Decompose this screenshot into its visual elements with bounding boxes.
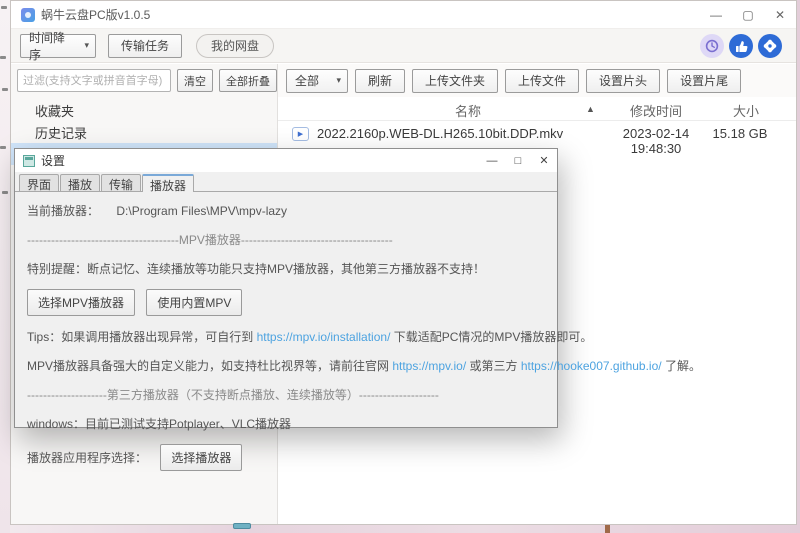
desktop-wallpaper-detail	[605, 525, 610, 533]
choose-mpv-button[interactable]: 选择MPV播放器	[27, 289, 136, 316]
column-header-size[interactable]: 大小	[726, 101, 766, 120]
desktop-icon-fragment	[2, 88, 8, 91]
settings-tabs: 界面 播放 传输 播放器	[15, 172, 557, 193]
sort-order-dropdown[interactable]: 时间降序 ▾	[20, 31, 96, 62]
history-clock-icon[interactable]	[700, 34, 724, 58]
mpv-info-middle: 或第三方	[466, 359, 521, 373]
chevron-down-icon: ▾	[84, 40, 89, 50]
clear-filter-button[interactable]: 清空	[177, 69, 213, 92]
upload-folder-button[interactable]: 上传文件夹	[412, 68, 499, 93]
mpv-buttons-row: 选择MPV播放器 使用内置MPV	[27, 289, 545, 316]
sidebar-item-label: 收藏夹	[35, 103, 75, 119]
dialog-title: 设置	[41, 154, 66, 168]
tips-text-suffix: 下载适配PC情况的MPV播放器即可。	[390, 330, 593, 344]
dialog-titlebar: 设置 — □ ✕	[15, 149, 557, 172]
settings-dialog: 设置 — □ ✕ 界面 播放 传输 播放器 当前播放器： D:\Program …	[14, 148, 701, 471]
current-player-label: 当前播放器：	[27, 204, 100, 218]
mpv-official-link[interactable]: https://mpv.io/	[392, 359, 466, 373]
mpv-info-text: MPV播放器具备强大的自定义能力，如支持杜比视界等，请前往官网	[27, 359, 393, 373]
windows-support-text: windows：目前已测试支持Potplayer、VLC播放器	[27, 417, 292, 431]
player-settings-panel: 当前播放器： D:\Program Files\MPV\mpv-lazy ---…	[15, 192, 701, 471]
mpv-notice-text: 特别提醒：断点记忆、连续播放等功能只支持MPV播放器，其他第三方播放器不支持！	[27, 262, 486, 276]
minimize-button[interactable]: —	[700, 1, 732, 29]
sidebar-item-history[interactable]: 历史记录	[11, 121, 277, 143]
column-header-name[interactable]: 名称	[438, 101, 498, 120]
current-player-row: 当前播放器： D:\Program Files\MPV\mpv-lazy	[27, 202, 545, 219]
filter-row: 清空 全部折叠	[11, 64, 277, 97]
desktop-icon-fragment	[0, 146, 6, 149]
tab-playback[interactable]: 播放	[60, 174, 101, 192]
sort-ascending-icon[interactable]: ▲	[586, 104, 595, 114]
dialog-close-button[interactable]: ✕	[531, 149, 557, 172]
choose-player-button[interactable]: 选择播放器	[160, 444, 243, 471]
player-select-row: 播放器应用程序选择： 选择播放器	[27, 444, 545, 471]
builtin-mpv-button[interactable]: 使用内置MPV	[146, 289, 243, 316]
mpv-info-suffix: 了解。	[661, 359, 701, 373]
horizontal-scrollbar-thumb[interactable]	[233, 523, 251, 529]
upload-file-button[interactable]: 上传文件	[505, 68, 580, 93]
thirdparty-section-separator: --------------------第三方播放器（不支持断点播放、连续播放等…	[27, 388, 439, 402]
header-toolbar: 时间降序 ▾ 传输任务 我的网盘	[11, 29, 796, 63]
mpv-section-separator: --------------------------------------MP…	[27, 233, 393, 247]
window-controls: — ▢ ✕	[700, 1, 796, 29]
tab-interface[interactable]: 界面	[19, 174, 60, 192]
file-toolbar: 全部 ▾ 刷新 上传文件夹 上传文件 设置片头 设置片尾	[278, 64, 796, 97]
file-type-value: 全部	[295, 74, 320, 88]
player-select-label: 播放器应用程序选择：	[27, 451, 148, 465]
sort-order-value: 时间降序	[29, 30, 66, 62]
desktop-icon-fragment	[0, 56, 6, 59]
tips-row: Tips：如果调用播放器出现异常，可自行到 https://mpv.io/ins…	[27, 328, 592, 345]
app-title: 蜗牛云盘PC版v1.0.5	[41, 8, 151, 22]
desktop-bottom-sliver	[0, 525, 800, 533]
file-table-header: 名称 ▲ 修改时间 大小	[278, 97, 796, 121]
refresh-button[interactable]: 刷新	[355, 68, 406, 93]
mpv-installation-link[interactable]: https://mpv.io/installation/	[257, 330, 391, 344]
current-player-path: D:\Program Files\MPV\mpv-lazy	[116, 204, 288, 218]
dialog-minimize-button[interactable]: —	[479, 149, 505, 172]
file-name: 2022.2160p.WEB-DL.H265.10bit.DDP.mkv	[317, 126, 564, 141]
tab-transfer[interactable]: 传输	[101, 174, 142, 192]
settings-window-icon	[23, 154, 35, 167]
set-intro-button[interactable]: 设置片头	[586, 68, 661, 93]
hooke007-link[interactable]: https://hooke007.github.io/	[521, 359, 662, 373]
header-icon-group	[700, 34, 782, 58]
file-modified-time: 2023-02-14 19:48:30	[622, 126, 690, 156]
file-type-dropdown[interactable]: 全部 ▾	[286, 68, 348, 93]
chevron-down-icon: ▾	[336, 75, 341, 85]
sidebar-item-favorites[interactable]: 收藏夹	[11, 99, 277, 121]
table-row[interactable]: ▶ 2022.2160p.WEB-DL.H265.10bit.DDP.mkv 2…	[278, 121, 796, 156]
maximize-button[interactable]: ▢	[732, 1, 764, 29]
gear-icon[interactable]	[758, 34, 782, 58]
video-play-icon: ▶	[292, 127, 309, 141]
desktop-left-sliver	[0, 0, 10, 533]
my-disk-tab[interactable]: 我的网盘	[196, 33, 275, 58]
filter-input[interactable]	[17, 69, 171, 92]
desktop-icon-fragment	[1, 6, 7, 9]
tips-text: Tips：如果调用播放器出现异常，可自行到	[27, 330, 257, 344]
transfer-tasks-button[interactable]: 传输任务	[108, 33, 183, 58]
close-button[interactable]: ✕	[764, 1, 796, 29]
app-logo-icon	[21, 7, 35, 22]
tab-player[interactable]: 播放器	[142, 174, 195, 193]
mpv-info-row: MPV播放器具备强大的自定义能力，如支持杜比视界等，请前往官网 https://…	[27, 357, 701, 374]
dialog-maximize-button[interactable]: □	[505, 149, 531, 172]
collapse-all-button[interactable]: 全部折叠	[219, 69, 277, 92]
thumbs-up-icon[interactable]	[729, 34, 753, 58]
app-titlebar: 蜗牛云盘PC版v1.0.5 — ▢ ✕	[11, 1, 796, 29]
file-size: 15.18 GB	[712, 126, 768, 141]
column-header-modified[interactable]: 修改时间	[626, 101, 686, 120]
sidebar-item-label: 历史记录	[35, 125, 88, 141]
dialog-window-controls: — □ ✕	[479, 149, 557, 172]
desktop-icon-fragment	[2, 191, 8, 194]
set-outro-button[interactable]: 设置片尾	[667, 68, 742, 93]
